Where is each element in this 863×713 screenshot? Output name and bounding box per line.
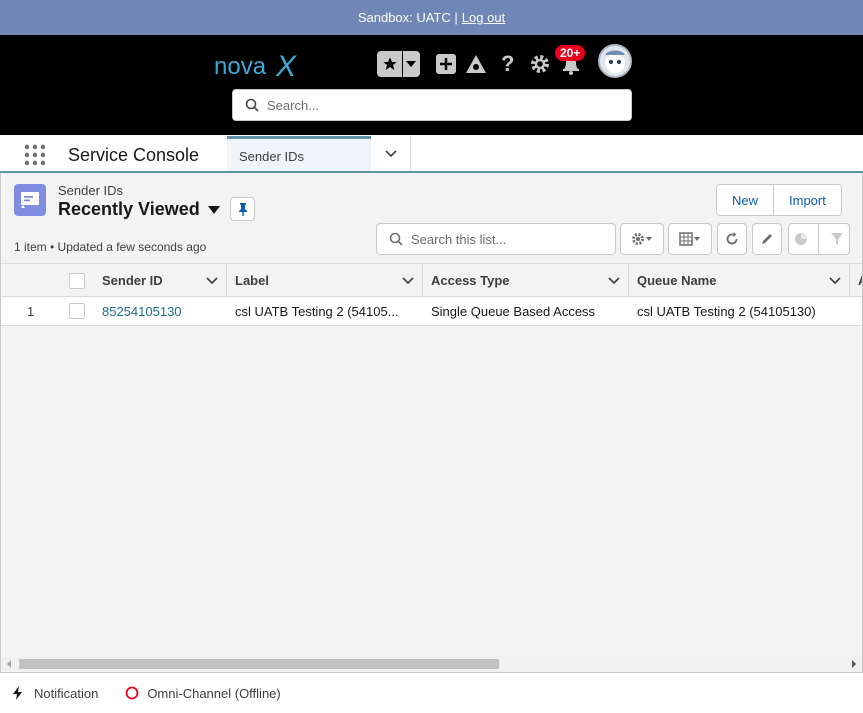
add-icon[interactable]: [433, 51, 459, 77]
table-icon: [679, 232, 700, 246]
search-icon: [245, 98, 259, 112]
sender-id-cell: 85254105130: [94, 297, 227, 325]
utility-notification[interactable]: Notification: [12, 686, 98, 701]
novax-logo: nova X: [214, 50, 297, 83]
list-settings-button[interactable]: [620, 223, 664, 255]
svg-text:?: ?: [501, 53, 514, 75]
caret-down-icon: [207, 205, 220, 214]
tab-sender-ids[interactable]: Sender IDs: [227, 136, 371, 171]
select-all-checkbox[interactable]: [69, 272, 85, 289]
column-header-sender-id[interactable]: Sender ID: [94, 264, 227, 297]
list-search[interactable]: [376, 223, 616, 255]
utility-omni-label: Omni-Channel (Offline): [147, 685, 281, 701]
queue-name-cell: csl UATB Testing 2 (54105130): [637, 303, 816, 319]
gear-icon[interactable]: [527, 51, 553, 77]
column-label: Sender ID: [102, 273, 163, 288]
help-icon[interactable]: ?: [495, 51, 521, 77]
tab-overflow-button[interactable]: [371, 136, 411, 171]
import-button[interactable]: Import: [773, 185, 841, 215]
list-meta: 1 item • Updated a few seconds ago: [14, 240, 207, 254]
app-nav-bar: Service Console Sender IDs: [0, 135, 863, 173]
column-label: Access Type: [431, 273, 510, 288]
svg-text:X: X: [275, 50, 297, 83]
sender-id-link[interactable]: 85254105130: [102, 304, 182, 319]
scroll-left-icon[interactable]: [5, 660, 13, 668]
row-select-cell: [61, 297, 94, 325]
pin-icon: [238, 203, 247, 216]
global-search[interactable]: [232, 89, 632, 121]
logout-link[interactable]: Log out: [462, 10, 505, 25]
chevron-down-icon[interactable]: [402, 274, 414, 286]
list-view-header: Sender IDs Recently Viewed New Import 1 …: [1, 173, 862, 263]
object-label: Sender IDs: [58, 183, 124, 198]
sandbox-banner: Sandbox: UATC | Log out: [0, 0, 863, 35]
star-icon[interactable]: [377, 51, 403, 77]
divider: [818, 224, 820, 254]
svg-text:nova: nova: [214, 53, 267, 80]
utility-notification-label: Notification: [34, 685, 99, 701]
notification-badge: 20+: [555, 45, 586, 61]
records-table: Sender ID Label Access Type Queue Name A…: [1, 263, 862, 326]
global-header: nova X ? 20+: [0, 35, 863, 135]
label-cell: csl UATB Testing 2 (54105...: [235, 303, 399, 319]
pencil-icon: [762, 234, 772, 244]
list-search-input[interactable]: [411, 231, 601, 247]
chevron-down-icon[interactable]: [206, 274, 218, 286]
chevron-down-icon[interactable]: [403, 61, 419, 67]
refresh-icon: [726, 232, 738, 245]
list-view-selector[interactable]: Recently Viewed: [58, 199, 220, 220]
refresh-button[interactable]: [717, 223, 747, 255]
column-label: A: [858, 273, 862, 288]
new-button[interactable]: New: [717, 185, 774, 215]
horizontal-scrollbar[interactable]: [1, 657, 862, 671]
offline-status-icon: [125, 686, 139, 700]
access-type-cell: Single Queue Based Access: [431, 303, 596, 319]
global-search-input[interactable]: [267, 97, 607, 113]
list-view: Sender IDs Recently Viewed New Import 1 …: [0, 173, 863, 673]
search-icon: [389, 232, 403, 246]
column-header-next[interactable]: A: [850, 264, 862, 297]
row-number: 1: [27, 303, 35, 319]
sandbox-label: Sandbox: UATC |: [357, 10, 458, 25]
column-header-queue-name[interactable]: Queue Name: [629, 264, 850, 297]
next-cell: [850, 297, 862, 325]
chevron-down-icon[interactable]: [608, 274, 620, 286]
column-header-label[interactable]: Label: [227, 264, 423, 297]
utility-omni-channel[interactable]: Omni-Channel (Offline): [125, 685, 281, 701]
list-view-name: Recently Viewed: [58, 199, 200, 219]
chevron-down-icon[interactable]: [829, 274, 841, 286]
list-actions: New Import: [716, 184, 842, 216]
app-name: Service Console: [68, 145, 200, 165]
column-header-access-type[interactable]: Access Type: [423, 264, 629, 297]
table-header: Sender ID Label Access Type Queue Name A: [1, 263, 862, 297]
chart-icon[interactable]: [794, 232, 808, 246]
pin-list-button[interactable]: [230, 197, 255, 221]
filter-icon[interactable]: [830, 232, 844, 246]
row-checkbox[interactable]: [69, 303, 85, 319]
row-number-header: [1, 264, 61, 297]
chart-filter-group: [788, 223, 850, 255]
trailhead-icon[interactable]: [463, 51, 489, 77]
select-all-cell: [61, 264, 94, 297]
display-as-button[interactable]: [668, 223, 712, 255]
favorites-group: [377, 51, 420, 77]
inline-edit-button[interactable]: [752, 223, 782, 255]
avatar[interactable]: [598, 44, 632, 78]
scroll-right-icon[interactable]: [850, 660, 858, 668]
scrollbar-thumb[interactable]: [19, 659, 499, 669]
column-label: Label: [235, 273, 269, 288]
column-label: Queue Name: [637, 273, 717, 288]
table-row[interactable]: 1 85254105130 csl UATB Testing 2 (54105.…: [1, 297, 862, 326]
gear-icon: [632, 233, 652, 245]
utility-bar: Notification Omni-Channel (Offline): [0, 673, 863, 713]
sender-id-object-icon: [14, 184, 46, 216]
lightning-icon: [13, 686, 22, 700]
app-launcher-icon[interactable]: [24, 144, 46, 166]
chevron-down-icon: [384, 149, 397, 157]
